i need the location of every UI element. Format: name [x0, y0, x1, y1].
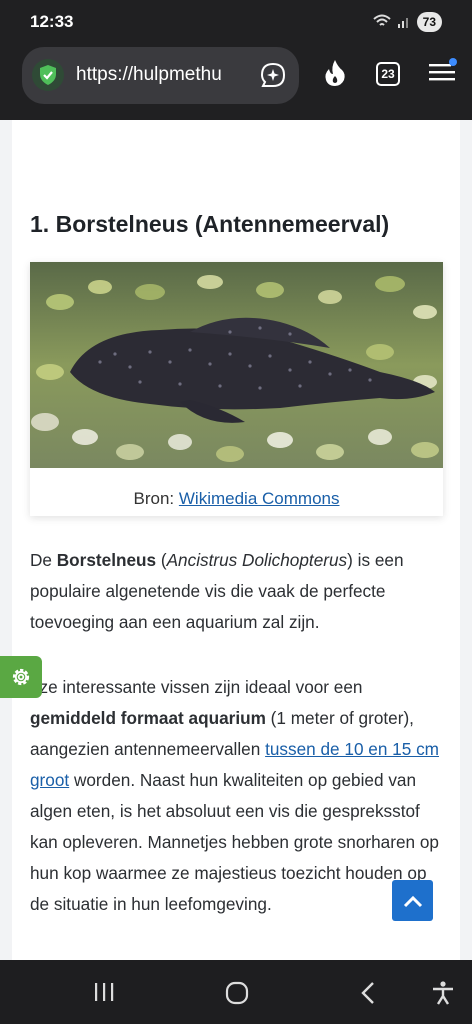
status-time: 12:33 [30, 12, 74, 31]
detail-paragraph: eze interessante vissen zijn ideaal voor… [30, 672, 446, 920]
scroll-to-top-button[interactable] [392, 880, 433, 921]
address-bar[interactable]: https://hulpmethu [22, 47, 299, 104]
heading-number: 1. [30, 211, 50, 237]
p2-bold-size: gemiddeld formaat aquarium [30, 708, 266, 728]
p2-text-3: worden. Naast hun kwaliteiten op gebied … [30, 770, 439, 914]
status-icons: 73 [372, 12, 442, 32]
menu-icon[interactable] [428, 58, 458, 86]
back-icon[interactable] [358, 980, 378, 1006]
figure-caption: Bron: Wikimedia Commons [30, 489, 443, 509]
status-bar: 12:33 73 [0, 0, 472, 44]
article-figure: Bron: Wikimedia Commons [30, 262, 443, 516]
browser-toolbar: https://hulpmethu 23 [0, 44, 472, 120]
share-spark-icon[interactable] [259, 61, 287, 89]
wifi-icon [372, 14, 391, 26]
url-text[interactable]: https://hulpmethu [76, 64, 252, 86]
caption-source-link[interactable]: Wikimedia Commons [179, 489, 340, 508]
gear-icon [12, 668, 30, 686]
chevron-up-icon [403, 895, 422, 907]
battery-badge: 73 [416, 12, 442, 32]
p1-text-2: ( [156, 550, 167, 570]
settings-button[interactable] [0, 656, 42, 698]
caption-prefix: Bron: [133, 489, 175, 508]
p1-latin-name: Ancistrus Dolichopterus [166, 550, 348, 570]
signal-icon [397, 18, 408, 28]
p1-bold-name: Borstelneus [56, 550, 157, 570]
article-heading: 1. Borstelneus (Antennemeerval) [30, 211, 389, 238]
recent-apps-icon[interactable] [92, 980, 116, 1004]
intro-paragraph: De Borstelneus (Ancistrus Dolichopterus)… [30, 545, 446, 638]
accessibility-icon[interactable] [430, 980, 456, 1006]
p1-text-1: De [30, 550, 57, 570]
fire-icon[interactable] [322, 58, 348, 88]
system-nav-bar [0, 960, 472, 1024]
home-icon[interactable] [224, 980, 250, 1006]
tabs-button[interactable]: 23 [376, 62, 400, 86]
p2-text-1: eze interessante vissen zijn ideaal voor… [30, 677, 363, 697]
shield-check-icon[interactable] [32, 59, 64, 91]
fish-photo [30, 262, 443, 468]
heading-text: Borstelneus (Antennemeerval) [55, 211, 390, 237]
